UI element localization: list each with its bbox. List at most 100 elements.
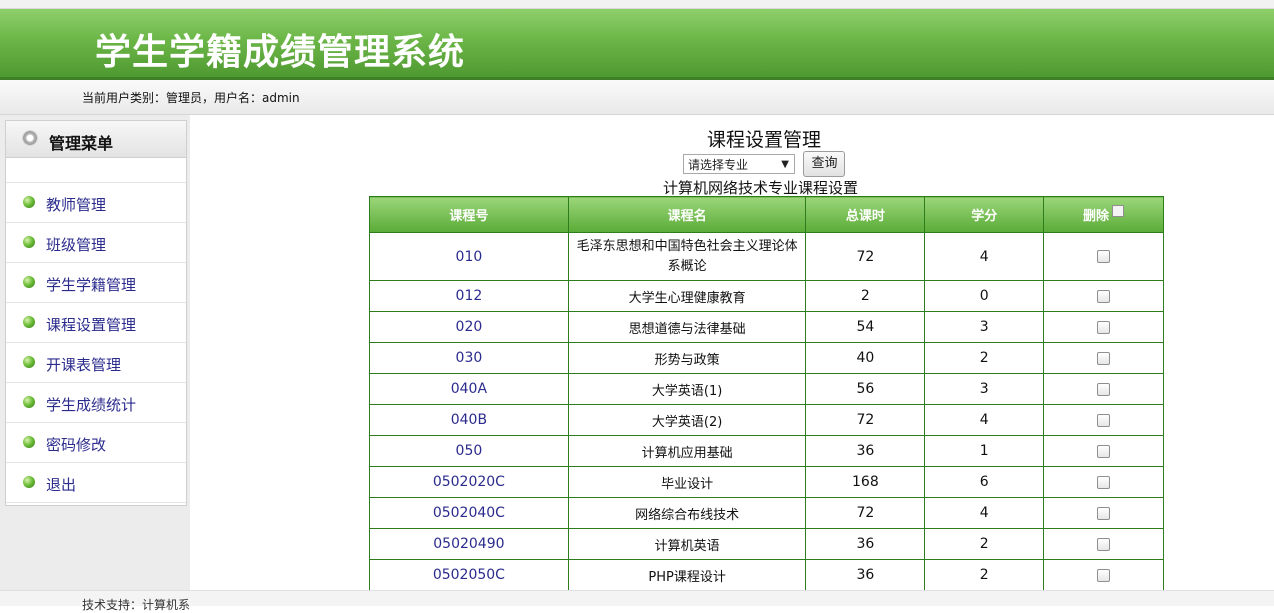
app-title: 学生学籍成绩管理系统	[95, 32, 466, 73]
menu-item[interactable]: 开课表管理	[6, 343, 186, 383]
delete-checkbox[interactable]	[1097, 289, 1111, 303]
menu-item-label[interactable]: 学生成绩统计	[46, 394, 136, 415]
menu-spacer	[6, 158, 186, 183]
course-name-cell: 计算机英语	[567, 528, 807, 560]
bullet-icon	[23, 356, 35, 368]
query-button[interactable]: 查询	[803, 151, 846, 177]
major-select-value: 请选择专业	[688, 158, 749, 172]
col-header-code: 课程号	[369, 196, 569, 233]
col-header-hours: 总课时	[805, 196, 926, 233]
bullet-icon	[23, 316, 35, 328]
col-header-delete-label: 删除	[1083, 209, 1110, 224]
menu-item-label[interactable]: 密码修改	[46, 434, 106, 455]
course-hours-cell: 72	[805, 497, 926, 529]
course-credit-cell: 4	[924, 404, 1045, 436]
major-select[interactable]: 请选择专业 ▼	[683, 154, 795, 174]
course-credit-cell: 4	[924, 232, 1045, 281]
course-name-cell: 思想道德与法律基础	[567, 311, 807, 343]
menu-item-label[interactable]: 班级管理	[46, 234, 106, 255]
bullet-icon	[23, 196, 35, 208]
course-hours-cell: 72	[805, 232, 926, 281]
course-hours-cell: 168	[805, 466, 926, 498]
delete-cell	[1043, 280, 1164, 312]
query-row: 请选择专业 ▼ 查询	[683, 151, 846, 177]
table-row: 0502020C 毕业设计 168 6	[369, 466, 1164, 498]
main-content: 课程设置管理 请选择专业 ▼ 查询 计算机网络技术专业课程设置 课程号 课程名 …	[190, 115, 1274, 590]
course-code-link[interactable]: 0502040C	[369, 497, 569, 529]
course-name-cell: 网络综合布线技术	[567, 497, 807, 529]
course-hours-cell: 36	[805, 528, 926, 560]
course-hours-cell: 56	[805, 373, 926, 405]
bullet-icon	[23, 436, 35, 448]
bullet-icon	[23, 236, 35, 248]
delete-checkbox[interactable]	[1097, 444, 1111, 458]
delete-cell	[1043, 232, 1164, 281]
menu-item-label[interactable]: 教师管理	[46, 194, 106, 215]
col-header-delete: 删除	[1043, 196, 1164, 233]
course-hours-cell: 72	[805, 404, 926, 436]
table-row: 0502050C PHP课程设计 36 2	[369, 559, 1164, 590]
menu-item[interactable]: 密码修改	[6, 423, 186, 463]
table-subtitle: 计算机网络技术专业课程设置	[663, 179, 859, 197]
course-code-link[interactable]: 010	[369, 232, 569, 281]
course-name-cell: 毕业设计	[567, 466, 807, 498]
user-info-bar: 当前用户类别：管理员，用户名：admin	[0, 80, 1274, 115]
delete-checkbox[interactable]	[1097, 382, 1111, 396]
menu-header: 管理菜单	[6, 121, 186, 158]
course-code-link[interactable]: 05020490	[369, 528, 569, 560]
course-hours-cell: 54	[805, 311, 926, 343]
sidebar: 管理菜单 教师管理班级管理学生学籍管理 课程设置管理 开课表管理学生成绩统计 密码修改…	[0, 115, 190, 590]
delete-checkbox[interactable]	[1097, 413, 1111, 427]
table-row: 020 思想道德与法律基础 54 3	[369, 311, 1164, 343]
menu-item[interactable]: 学生学籍管理	[6, 263, 186, 303]
menu-item[interactable]: 课程设置管理	[6, 303, 186, 343]
course-credit-cell: 2	[924, 528, 1045, 560]
menu-item-label[interactable]: 开课表管理	[46, 354, 121, 375]
col-header-name: 课程名	[567, 196, 807, 233]
menu-item[interactable]: 班级管理	[6, 223, 186, 263]
bullet-icon	[23, 276, 35, 288]
delete-checkbox[interactable]	[1097, 320, 1111, 334]
course-hours-cell: 36	[805, 435, 926, 467]
menu-panel: 管理菜单 教师管理班级管理学生学籍管理 课程设置管理 开课表管理学生成绩统计 密码修改…	[5, 120, 187, 506]
col-header-credit: 学分	[924, 196, 1045, 233]
gear-icon	[22, 130, 38, 146]
delete-cell	[1043, 342, 1164, 374]
menu-item-label[interactable]: 课程设置管理	[46, 314, 136, 335]
menu-item[interactable]: 教师管理	[6, 183, 186, 223]
course-credit-cell: 0	[924, 280, 1045, 312]
menu-item[interactable]: 学生成绩统计	[6, 383, 186, 423]
delete-checkbox[interactable]	[1097, 568, 1111, 582]
bullet-icon	[23, 396, 35, 408]
delete-cell	[1043, 466, 1164, 498]
course-code-link[interactable]: 012	[369, 280, 569, 312]
menu-item-label[interactable]: 学生学籍管理	[46, 274, 136, 295]
course-code-link[interactable]: 040B	[369, 404, 569, 436]
course-code-link[interactable]: 0502050C	[369, 559, 569, 590]
delete-checkbox[interactable]	[1097, 351, 1111, 365]
delete-checkbox[interactable]	[1097, 506, 1111, 520]
menu-item-label[interactable]: 退出	[46, 474, 76, 495]
page-title: 课程设置管理	[707, 129, 822, 151]
course-code-link[interactable]: 030	[369, 342, 569, 374]
delete-checkbox[interactable]	[1097, 250, 1111, 263]
table-row: 050 计算机应用基础 36 1	[369, 435, 1164, 467]
course-code-link[interactable]: 050	[369, 435, 569, 467]
course-credit-cell: 1	[924, 435, 1045, 467]
select-all-checkbox[interactable]	[1112, 205, 1125, 217]
table-row: 010 毛泽东思想和中国特色社会主义理论体系概论 72 4	[369, 232, 1164, 281]
delete-checkbox[interactable]	[1097, 475, 1111, 489]
course-code-link[interactable]: 040A	[369, 373, 569, 405]
course-code-link[interactable]: 0502020C	[369, 466, 569, 498]
table-row: 05020490 计算机英语 36 2	[369, 528, 1164, 560]
course-name-cell: 毛泽东思想和中国特色社会主义理论体系概论	[567, 232, 807, 281]
table-row: 012 大学生心理健康教育 2 0	[369, 280, 1164, 312]
menu-item[interactable]: 退出	[6, 463, 186, 503]
footer: 技术支持：计算机系	[0, 590, 1274, 612]
delete-checkbox[interactable]	[1097, 537, 1111, 551]
course-credit-cell: 4	[924, 497, 1045, 529]
course-name-cell: 形势与政策	[567, 342, 807, 374]
bullet-icon	[23, 476, 35, 488]
course-code-link[interactable]: 020	[369, 311, 569, 343]
course-name-cell: 计算机应用基础	[567, 435, 807, 467]
